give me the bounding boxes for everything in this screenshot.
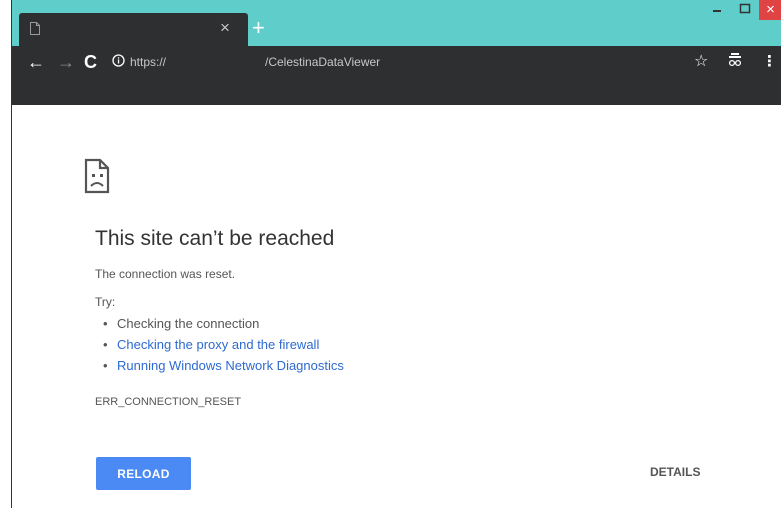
error-message: The connection was reset. xyxy=(95,267,236,281)
url-scheme[interactable]: https:// xyxy=(130,55,166,69)
details-button[interactable]: DETAILS xyxy=(650,465,700,479)
reload-button[interactable]: RELOAD xyxy=(96,457,191,490)
toolbar: ← → C https:// /CelestinaDataViewer ☆ ⋮ xyxy=(12,46,781,79)
suggestion-check-proxy-link[interactable]: Checking the proxy and the firewall xyxy=(95,334,344,355)
reload-icon[interactable]: C xyxy=(84,51,97,73)
bookmarks-bar xyxy=(12,79,781,105)
error-title: This site can’t be reached xyxy=(95,227,335,250)
browser-window: × + × ← → C https:// /CelestinaDataViewe… xyxy=(11,0,781,508)
menu-icon[interactable]: ⋮ xyxy=(762,53,777,71)
browser-tab[interactable]: × xyxy=(19,13,248,46)
error-code: ERR_CONNECTION_RESET xyxy=(95,396,242,408)
close-window-button[interactable]: × xyxy=(759,0,781,20)
try-label: Try: xyxy=(95,295,116,309)
suggestion-check-connection: Checking the connection xyxy=(95,313,344,334)
extension-icon[interactable] xyxy=(728,53,742,72)
info-icon[interactable] xyxy=(112,54,125,72)
bookmark-star-icon[interactable]: ☆ xyxy=(694,51,708,71)
title-bar: × + × xyxy=(12,0,781,46)
suggestion-network-diagnostics-link[interactable]: Running Windows Network Diagnostics xyxy=(95,355,344,376)
minimize-button[interactable] xyxy=(703,0,731,20)
url-path[interactable]: /CelestinaDataViewer xyxy=(265,55,380,69)
new-tab-button[interactable]: + xyxy=(252,17,265,39)
suggestion-list: Checking the connection Checking the pro… xyxy=(95,313,344,376)
error-page: This site can’t be reached The connectio… xyxy=(12,105,781,508)
page-icon xyxy=(30,22,40,40)
maximize-button[interactable] xyxy=(731,0,759,20)
sad-page-icon xyxy=(84,158,110,199)
tab-close-icon[interactable]: × xyxy=(220,19,230,36)
back-button[interactable]: ← xyxy=(27,51,45,73)
forward-button[interactable]: → xyxy=(57,51,75,73)
